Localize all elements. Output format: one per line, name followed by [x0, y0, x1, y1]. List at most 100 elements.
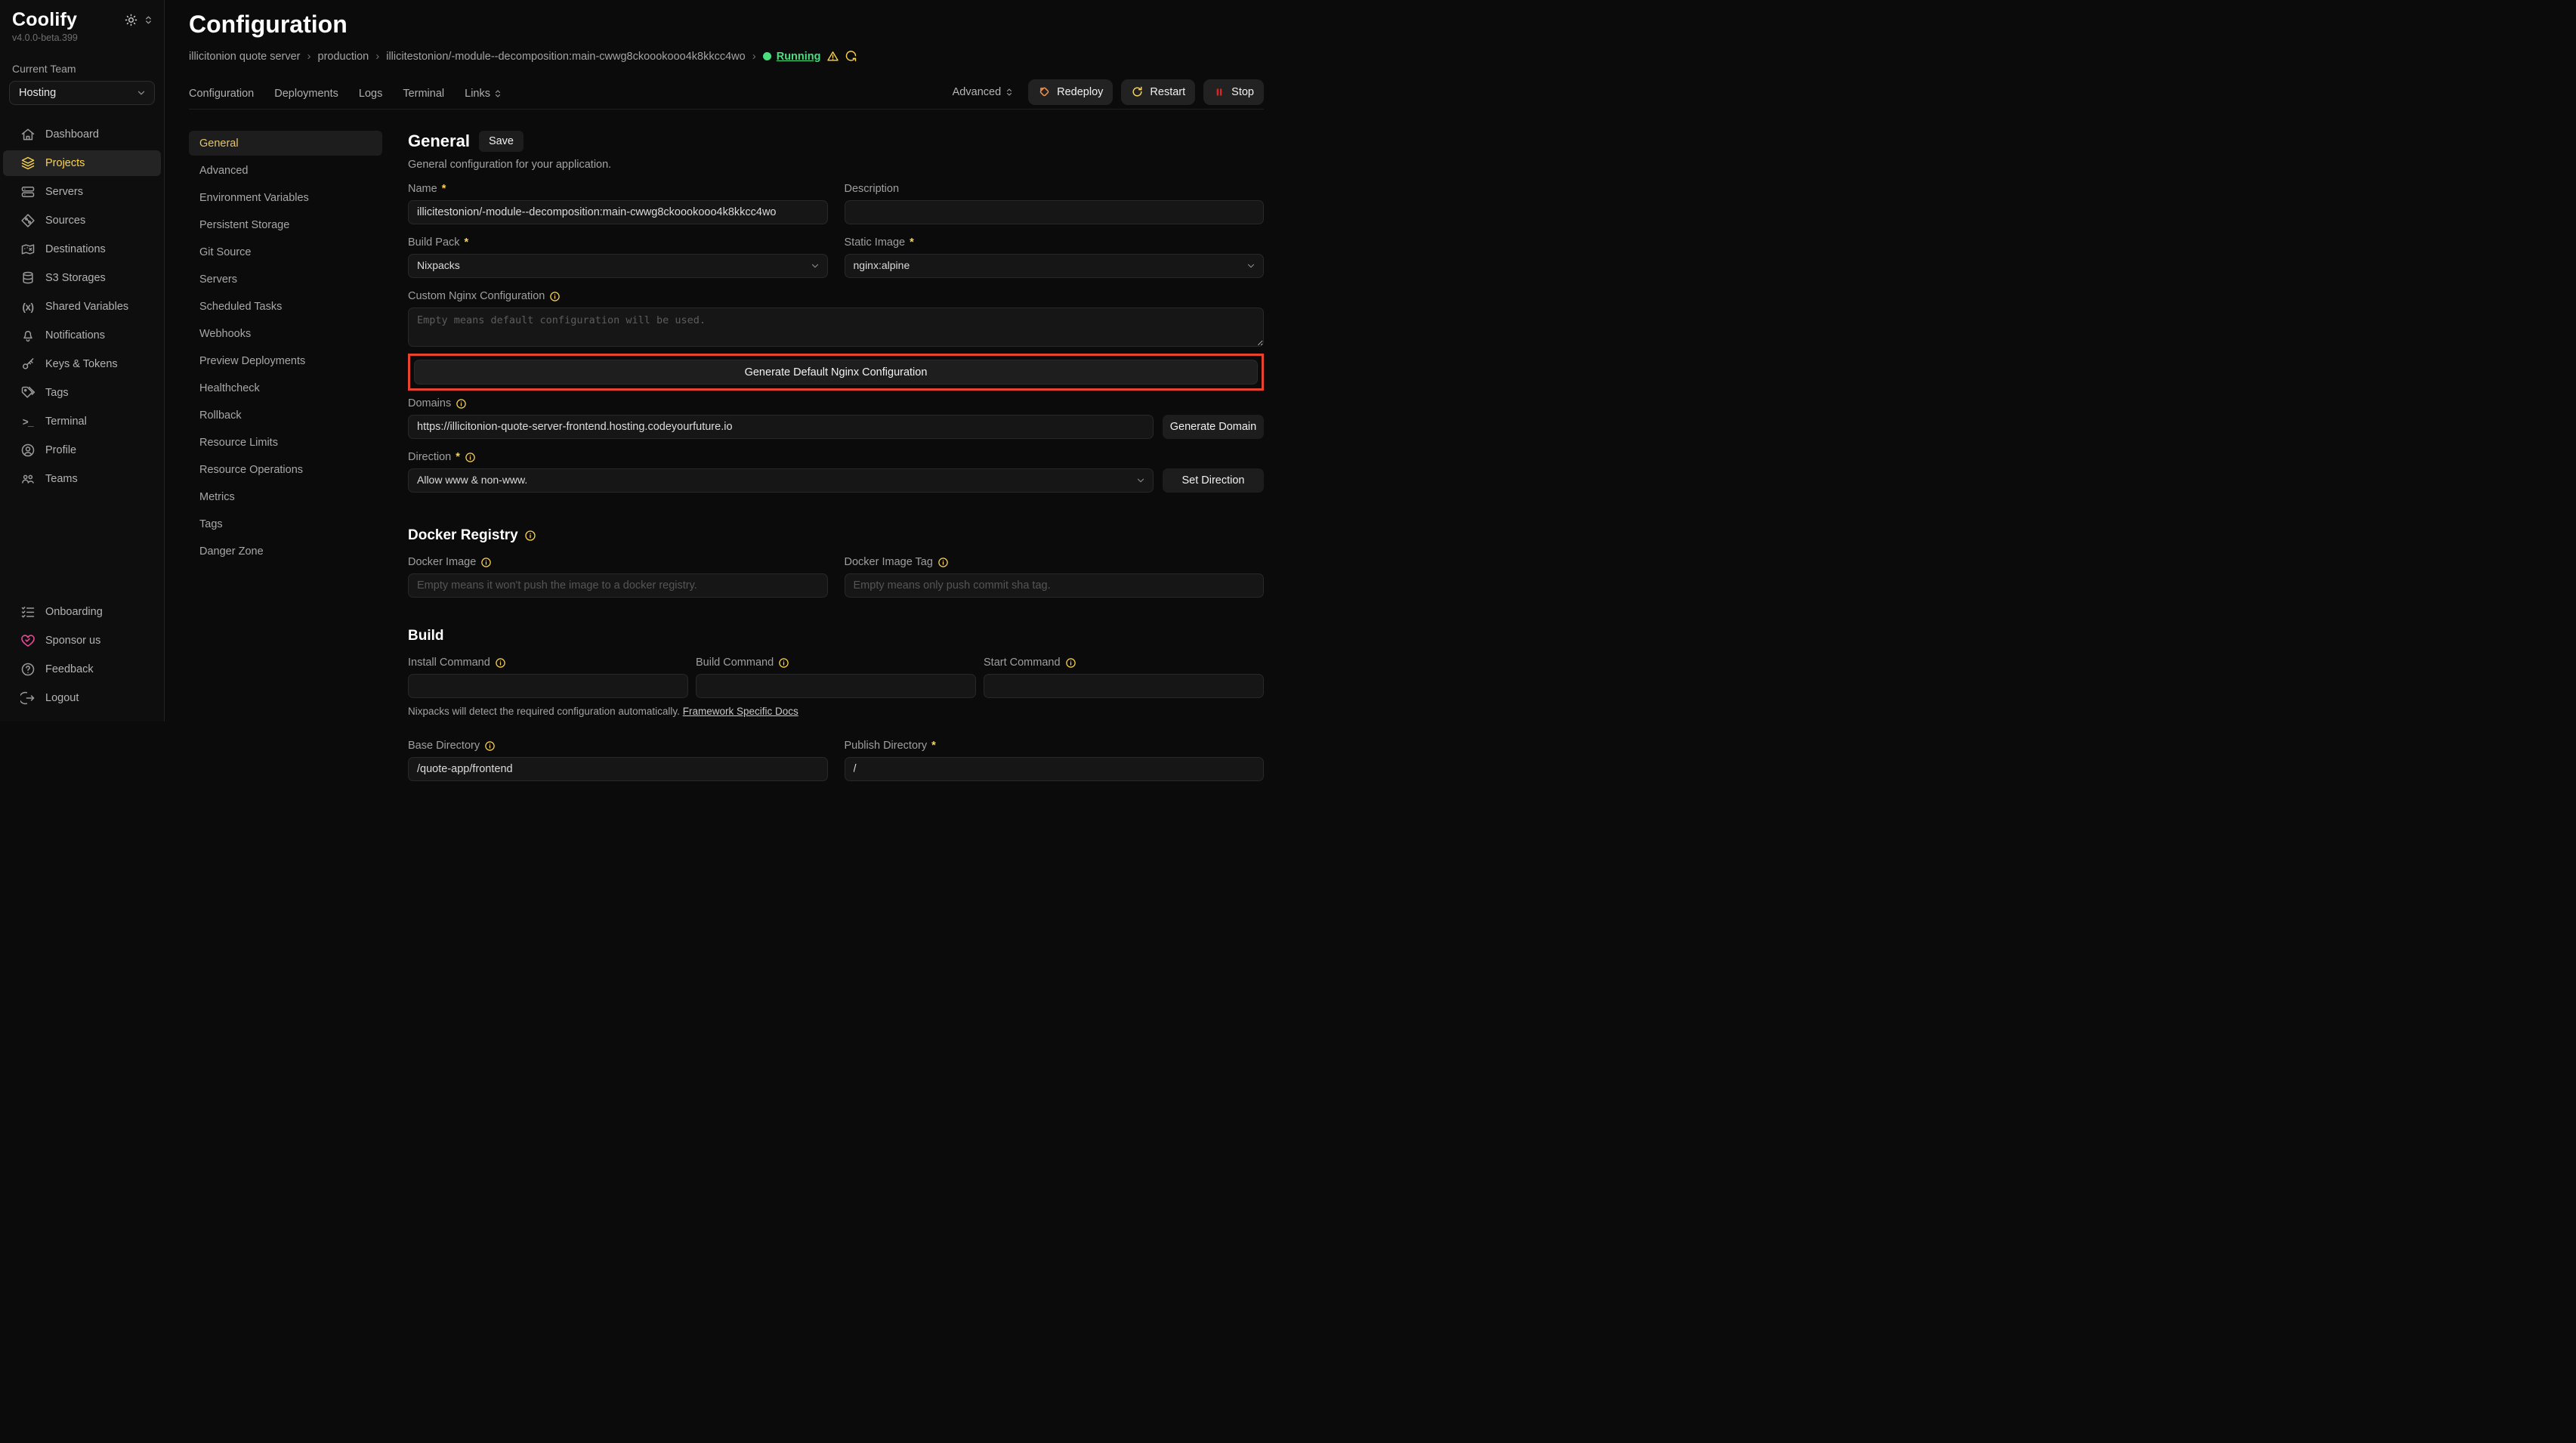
subnav-danger-zone[interactable]: Danger Zone — [189, 539, 382, 564]
restart-icon — [1131, 85, 1144, 98]
info-icon[interactable] — [465, 452, 476, 463]
build-command-input[interactable] — [696, 674, 976, 698]
breadcrumb-environment[interactable]: production — [318, 51, 369, 63]
tab-deployments[interactable]: Deployments — [274, 88, 338, 100]
breadcrumb-project[interactable]: illicitonion quote server — [189, 51, 301, 63]
sidebar-item-shared-variables[interactable]: (x) Shared Variables — [3, 294, 161, 320]
domains-input[interactable] — [408, 415, 1154, 439]
sidebar-item-profile[interactable]: Profile — [3, 437, 161, 463]
tab-configuration[interactable]: Configuration — [189, 88, 254, 100]
info-icon[interactable] — [495, 657, 506, 669]
sidebar-item-onboarding[interactable]: Onboarding — [3, 599, 161, 625]
publish-directory-input[interactable] — [845, 757, 1265, 781]
sidebar: Coolify v4.0.0-beta.399 Current Team Hos… — [0, 0, 165, 722]
sidebar-item-projects[interactable]: Projects — [3, 150, 161, 176]
redeploy-button[interactable]: Redeploy — [1028, 79, 1113, 105]
description-input[interactable] — [845, 200, 1265, 224]
info-icon[interactable] — [524, 530, 536, 542]
sidebar-item-terminal[interactable]: >_ Terminal — [3, 409, 161, 434]
install-command-input[interactable] — [408, 674, 688, 698]
sidebar-item-tags[interactable]: Tags — [3, 380, 161, 406]
name-input[interactable] — [408, 200, 828, 224]
start-command-label: Start Command — [984, 657, 1264, 669]
info-icon[interactable] — [937, 557, 949, 568]
sidebar-item-keys-tokens[interactable]: Keys & Tokens — [3, 351, 161, 377]
static-image-select[interactable] — [845, 254, 1265, 278]
subnav-resource-limits[interactable]: Resource Limits — [189, 430, 382, 455]
subnav-metrics[interactable]: Metrics — [189, 484, 382, 509]
refresh-icon[interactable] — [845, 50, 857, 63]
breadcrumb-application[interactable]: illicitestonion/-module--decomposition:m… — [386, 51, 746, 63]
theme-selector-icon[interactable] — [144, 15, 153, 25]
config-subnav: General Advanced Environment Variables P… — [189, 131, 382, 781]
start-command-input[interactable] — [984, 674, 1264, 698]
chevron-down-icon — [136, 88, 147, 98]
subnav-healthcheck[interactable]: Healthcheck — [189, 375, 382, 400]
tab-terminal[interactable]: Terminal — [403, 88, 444, 100]
redeploy-icon — [1038, 85, 1051, 98]
checklist-icon — [20, 604, 36, 620]
sidebar-item-s3-storages[interactable]: S3 Storages — [3, 265, 161, 291]
sidebar-item-sources[interactable]: Sources — [3, 208, 161, 233]
build-command-label: Build Command — [696, 657, 976, 669]
sidebar-item-feedback[interactable]: Feedback — [3, 657, 161, 682]
tab-links[interactable]: Links — [465, 88, 502, 100]
subnav-servers[interactable]: Servers — [189, 267, 382, 292]
database-icon — [20, 270, 36, 286]
sidebar-item-destinations[interactable]: Destinations — [3, 236, 161, 262]
base-directory-input[interactable] — [408, 757, 828, 781]
direction-select[interactable] — [408, 468, 1154, 493]
breadcrumb: illicitonion quote server › production ›… — [189, 50, 1264, 63]
subnav-tags[interactable]: Tags — [189, 511, 382, 536]
tab-logs[interactable]: Logs — [359, 88, 382, 100]
advanced-dropdown[interactable]: Advanced — [953, 86, 1015, 98]
theme-sun-icon[interactable] — [125, 14, 137, 26]
subnav-preview-deployments[interactable]: Preview Deployments — [189, 348, 382, 373]
sidebar-item-notifications[interactable]: Notifications — [3, 323, 161, 348]
subnav-scheduled-tasks[interactable]: Scheduled Tasks — [189, 294, 382, 319]
direction-label: Direction* — [408, 451, 1264, 463]
team-select-value: Hosting — [19, 87, 56, 99]
info-icon[interactable] — [1065, 657, 1076, 669]
subnav-environment-variables[interactable]: Environment Variables — [189, 185, 382, 210]
domains-label: Domains — [408, 397, 1264, 409]
git-source-icon — [20, 212, 36, 229]
subnav-advanced[interactable]: Advanced — [189, 158, 382, 183]
subnav-persistent-storage[interactable]: Persistent Storage — [189, 212, 382, 237]
restart-button[interactable]: Restart — [1121, 79, 1195, 105]
sidebar-item-logout[interactable]: Logout — [3, 685, 161, 711]
info-icon[interactable] — [456, 398, 467, 409]
docker-image-input[interactable] — [408, 573, 828, 598]
nginx-config-textarea[interactable] — [408, 307, 1264, 347]
subnav-resource-operations[interactable]: Resource Operations — [189, 457, 382, 482]
framework-docs-link[interactable]: Framework Specific Docs — [683, 706, 798, 717]
team-label: Current Team — [0, 43, 164, 75]
section-title: General — [408, 131, 470, 151]
info-icon[interactable] — [484, 740, 496, 752]
subnav-rollback[interactable]: Rollback — [189, 403, 382, 428]
sidebar-item-dashboard[interactable]: Dashboard — [3, 122, 161, 147]
home-icon — [20, 126, 36, 143]
stop-button[interactable]: Stop — [1203, 79, 1264, 105]
subnav-general[interactable]: General — [189, 131, 382, 156]
docker-image-tag-input[interactable] — [845, 573, 1265, 598]
info-icon[interactable] — [778, 657, 789, 669]
info-icon[interactable] — [549, 291, 561, 302]
status-text[interactable]: Running — [777, 51, 821, 63]
app-logo: Coolify — [12, 9, 77, 31]
sidebar-item-servers[interactable]: Servers — [3, 179, 161, 205]
team-select[interactable]: Hosting — [9, 81, 155, 105]
info-icon[interactable] — [480, 557, 492, 568]
save-button[interactable]: Save — [479, 131, 524, 152]
subnav-webhooks[interactable]: Webhooks — [189, 321, 382, 346]
build-pack-select[interactable] — [408, 254, 828, 278]
docker-image-label: Docker Image — [408, 556, 828, 568]
sidebar-item-sponsor[interactable]: Sponsor us — [3, 628, 161, 654]
sidebar-item-teams[interactable]: Teams — [3, 466, 161, 492]
subnav-git-source[interactable]: Git Source — [189, 239, 382, 264]
generate-domain-button[interactable]: Generate Domain — [1163, 415, 1264, 439]
name-label: Name* — [408, 183, 828, 195]
generate-nginx-button[interactable]: Generate Default Nginx Configuration — [414, 360, 1258, 385]
set-direction-button[interactable]: Set Direction — [1163, 468, 1264, 493]
server-icon — [20, 184, 36, 200]
